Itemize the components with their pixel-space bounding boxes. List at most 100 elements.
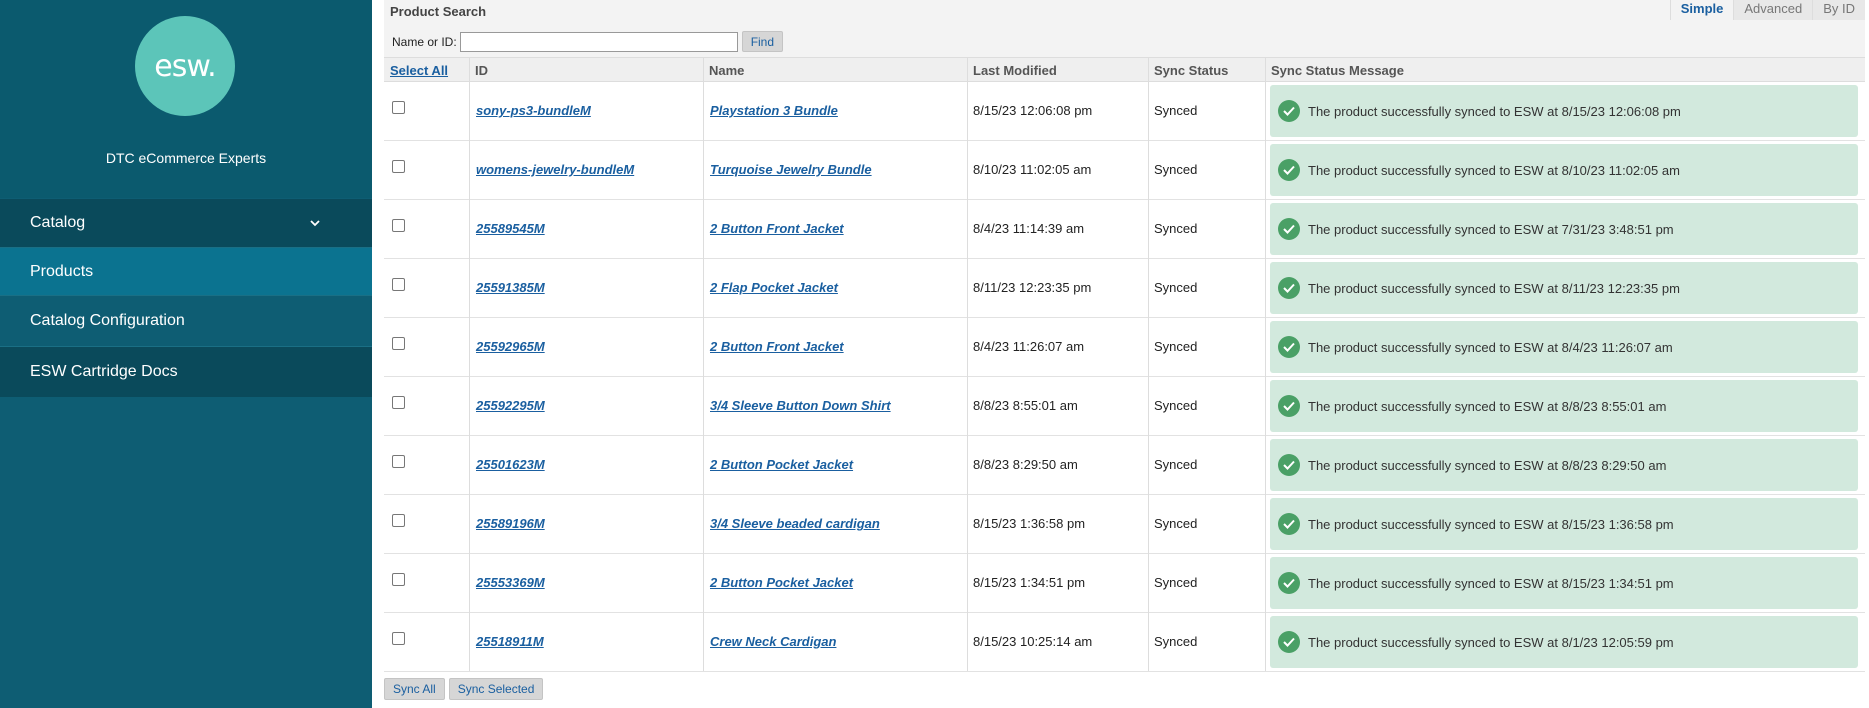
row-checkbox[interactable] xyxy=(392,514,405,527)
column-header-sync-status: Sync Status xyxy=(1154,63,1229,78)
row-checkbox[interactable] xyxy=(392,160,405,173)
sync-message-text: The product successfully synced to ESW a… xyxy=(1308,457,1667,473)
select-all-link[interactable]: Select All xyxy=(390,63,448,78)
sync-status-message: The product successfully synced to ESW a… xyxy=(1270,557,1858,609)
product-name-link[interactable]: Crew Neck Cardigan xyxy=(710,634,836,649)
sync-status-message: The product successfully synced to ESW a… xyxy=(1270,616,1858,668)
product-id-link[interactable]: 25589545M xyxy=(476,221,545,236)
product-name-link[interactable]: 3/4 Sleeve Button Down Shirt xyxy=(710,398,891,413)
check-circle-icon xyxy=(1278,631,1300,653)
sync-message-text: The product successfully synced to ESW a… xyxy=(1308,280,1680,296)
sidebar-item-label: Catalog xyxy=(30,214,86,231)
search-input[interactable] xyxy=(459,31,738,52)
product-id-link[interactable]: womens-jewelry-bundleM xyxy=(476,162,634,177)
sync-status: Synced xyxy=(1154,221,1198,236)
last-modified: 8/4/23 11:14:39 am xyxy=(973,221,1085,236)
sync-message-text: The product successfully synced to ESW a… xyxy=(1308,516,1674,532)
tab-by-id[interactable]: By ID xyxy=(1812,0,1865,20)
row-checkbox[interactable] xyxy=(392,278,405,291)
product-name-link[interactable]: 3/4 Sleeve beaded cardigan xyxy=(710,516,880,531)
product-id-link[interactable]: 25589196M xyxy=(476,516,545,531)
row-checkbox[interactable] xyxy=(392,455,405,468)
sidebar-item-catalog-configuration[interactable]: Catalog Configuration xyxy=(0,296,372,347)
sync-status-message: The product successfully synced to ESW a… xyxy=(1270,439,1858,491)
sync-status-message: The product successfully synced to ESW a… xyxy=(1270,380,1858,432)
sync-message-text: The product successfully synced to ESW a… xyxy=(1308,634,1674,650)
last-modified: 8/15/23 10:25:14 am xyxy=(973,634,1093,649)
product-search-panel: Product Search Simple Advanced By ID Nam… xyxy=(384,0,1865,57)
sync-message-text: The product successfully synced to ESW a… xyxy=(1308,103,1681,119)
sync-status-message: The product successfully synced to ESW a… xyxy=(1270,144,1858,196)
column-divider xyxy=(1265,57,1266,671)
esw-logo: esw. xyxy=(135,16,235,116)
row-checkbox[interactable] xyxy=(392,573,405,586)
sync-message-text: The product successfully synced to ESW a… xyxy=(1308,221,1674,237)
brand-area: esw. DTC eCommerce Experts xyxy=(0,0,372,198)
sync-message-text: The product successfully synced to ESW a… xyxy=(1308,575,1674,591)
check-circle-icon xyxy=(1278,277,1300,299)
table-row: womens-jewelry-bundleM Turquoise Jewelry … xyxy=(384,141,1865,200)
chevron-down-icon xyxy=(310,216,320,230)
logo-text: esw. xyxy=(154,48,216,84)
check-circle-icon xyxy=(1278,572,1300,594)
sync-status: Synced xyxy=(1154,280,1198,295)
last-modified: 8/10/23 11:02:05 am xyxy=(973,162,1092,177)
table-footer: Sync All Sync Selected xyxy=(384,678,547,700)
sync-all-button[interactable]: Sync All xyxy=(384,678,445,700)
table-header: Select All ID Name Last Modified Sync St… xyxy=(384,57,1865,82)
product-id-link[interactable]: 25553369M xyxy=(476,575,545,590)
last-modified: 8/8/23 8:55:01 am xyxy=(973,398,1078,413)
sync-status: Synced xyxy=(1154,162,1198,177)
column-divider xyxy=(1148,57,1149,671)
product-id-link[interactable]: sony-ps3-bundleM xyxy=(476,103,591,118)
product-id-link[interactable]: 25592965M xyxy=(476,339,545,354)
product-name-link[interactable]: 2 Button Pocket Jacket xyxy=(710,457,853,472)
product-id-link[interactable]: 25592295M xyxy=(476,398,545,413)
table-row: 25553369M 2 Button Pocket Jacket 8/15/23 1… xyxy=(384,554,1865,613)
column-divider xyxy=(469,57,470,671)
sync-message-text: The product successfully synced to ESW a… xyxy=(1308,339,1673,355)
product-name-link[interactable]: Turquoise Jewelry Bundle xyxy=(710,162,872,177)
last-modified: 8/11/23 12:23:35 pm xyxy=(973,280,1092,295)
product-name-link[interactable]: 2 Button Pocket Jacket xyxy=(710,575,853,590)
sidebar-item-products[interactable]: Products xyxy=(0,248,372,296)
column-header-sync-status-message: Sync Status Message xyxy=(1271,63,1404,78)
sync-status: Synced xyxy=(1154,339,1198,354)
row-checkbox[interactable] xyxy=(392,632,405,645)
search-label: Name or ID: xyxy=(392,34,457,49)
column-divider xyxy=(967,57,968,671)
sidebar-item-esw-cartridge-docs[interactable]: ESW Cartridge Docs xyxy=(0,347,372,397)
check-circle-icon xyxy=(1278,100,1300,122)
sync-status: Synced xyxy=(1154,575,1198,590)
check-circle-icon xyxy=(1278,395,1300,417)
sync-selected-button[interactable]: Sync Selected xyxy=(448,678,544,700)
find-button[interactable]: Find xyxy=(741,31,784,52)
product-id-link[interactable]: 25591385M xyxy=(476,280,545,295)
table-row: 25592295M 3/4 Sleeve Button Down Shirt 8/8… xyxy=(384,377,1865,436)
search-row: Name or ID: Find xyxy=(392,31,784,52)
product-id-link[interactable]: 25518911M xyxy=(476,634,544,649)
brand-tagline: DTC eCommerce Experts xyxy=(105,150,267,166)
product-name-link[interactable]: 2 Flap Pocket Jacket xyxy=(710,280,838,295)
row-checkbox[interactable] xyxy=(392,396,405,409)
sidebar-item-label: ESW Cartridge Docs xyxy=(30,363,178,380)
product-name-link[interactable]: Playstation 3 Bundle xyxy=(710,103,838,118)
table-row: sony-ps3-bundleM Playstation 3 Bundle 8/15… xyxy=(384,82,1865,141)
product-id-link[interactable]: 25501623M xyxy=(476,457,545,472)
sync-status: Synced xyxy=(1154,516,1198,531)
sidebar-item-catalog[interactable]: Catalog xyxy=(0,199,372,248)
row-checkbox[interactable] xyxy=(392,101,405,114)
last-modified: 8/15/23 1:34:51 pm xyxy=(973,575,1086,590)
row-checkbox[interactable] xyxy=(392,219,405,232)
column-divider xyxy=(703,57,704,671)
product-name-link[interactable]: 2 Button Front Jacket xyxy=(710,221,844,236)
tab-simple[interactable]: Simple xyxy=(1669,0,1734,20)
product-name-link[interactable]: 2 Button Front Jacket xyxy=(710,339,844,354)
table-row: 25592965M 2 Button Front Jacket 8/4/23 11:… xyxy=(384,318,1865,377)
sync-status: Synced xyxy=(1154,103,1198,118)
tab-advanced[interactable]: Advanced xyxy=(1733,0,1813,20)
check-circle-icon xyxy=(1278,454,1300,476)
table-row: 25591385M 2 Flap Pocket Jacket 8/11/23 12:… xyxy=(384,259,1865,318)
row-checkbox[interactable] xyxy=(392,337,405,350)
check-circle-icon xyxy=(1278,218,1300,240)
